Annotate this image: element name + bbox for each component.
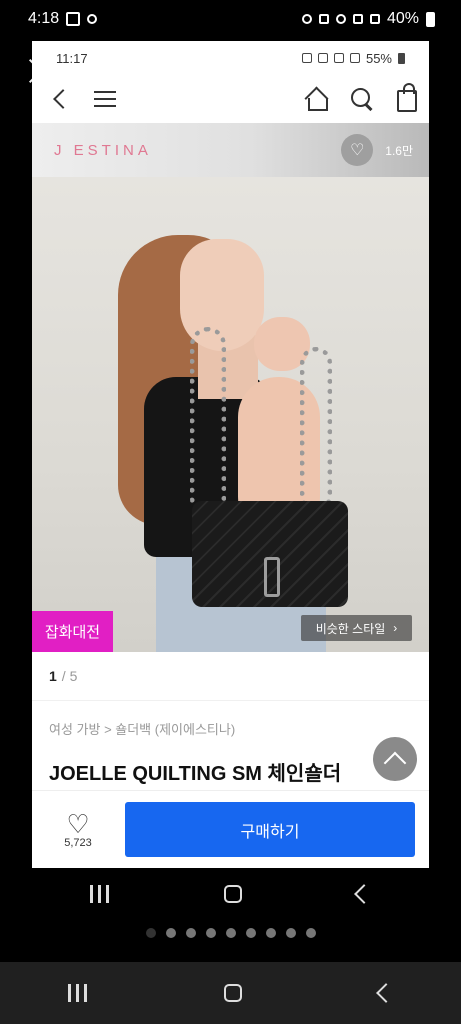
page-dot [165, 928, 176, 938]
alarm-icon [301, 14, 312, 24]
location-icon [335, 14, 346, 24]
inner-clock: 11:17 [56, 50, 88, 66]
chevron-right-icon: › [393, 621, 398, 635]
chevron-left-icon[interactable] [53, 89, 73, 109]
brand-bar: J ESTINA ♡ 1.6만 [32, 123, 429, 177]
back-icon[interactable] [375, 983, 396, 1003]
image-pager: 1 / 5 [32, 652, 429, 700]
signal-icon [369, 14, 380, 24]
brand-wish-count: 1.6만 [385, 143, 413, 158]
wifi-icon [333, 53, 344, 63]
similar-style-label: 비슷한 스타일 [315, 621, 386, 636]
page-dot [245, 928, 256, 938]
page-dot [145, 928, 156, 938]
breadcrumb[interactable]: 여성 가방 > 숄더백 (제이에스티나) [32, 701, 429, 738]
brand-name[interactable]: J ESTINA [54, 142, 152, 159]
wifi-icon [352, 14, 363, 24]
product-title: JOELLE QUILTING SM 체인숄더 [49, 763, 342, 785]
home-icon[interactable] [305, 89, 328, 111]
page-dot [185, 928, 196, 938]
like-count: 5,723 [64, 836, 92, 849]
outer-clock: 4:18 [28, 10, 60, 27]
buy-button[interactable]: 구매하기 [125, 802, 415, 857]
page-dot [305, 928, 316, 938]
page-dots [0, 928, 461, 938]
signal-icon [349, 53, 360, 63]
gallery-icon [66, 12, 81, 26]
recents-icon[interactable] [68, 984, 88, 1002]
like-button[interactable]: ♡ 5,723 [48, 811, 108, 849]
heart-icon[interactable]: ♡ [341, 134, 374, 166]
notification-icon [87, 14, 98, 24]
back-icon[interactable] [354, 884, 375, 904]
app-window: 11:17 55% J ESTINA ♡ 1.6만 잡화대전 비슷한 스타일 ›… [32, 41, 429, 868]
top-nav [32, 75, 429, 123]
menu-icon[interactable] [94, 91, 116, 107]
shopping-bag-icon[interactable] [397, 83, 417, 112]
recents-icon[interactable] [89, 885, 109, 903]
outer-battery-text: 40% [386, 10, 419, 27]
bag-chain-right [300, 347, 332, 512]
battery-icon [398, 52, 405, 64]
battery-icon [426, 11, 435, 27]
page-dot [265, 928, 276, 938]
brand-wish: ♡ 1.6만 [341, 134, 413, 166]
purchase-bar: ♡ 5,723 구매하기 [32, 790, 429, 868]
inner-navigation-bar [32, 868, 429, 920]
product-image[interactable]: 잡화대전 비슷한 스타일 › [32, 177, 429, 652]
search-icon[interactable] [351, 88, 373, 110]
pager-current: 1 [49, 668, 57, 684]
bag-chain-left [190, 327, 226, 517]
page-dot [285, 928, 296, 938]
mute-icon [317, 53, 328, 63]
heart-icon: ♡ [66, 808, 90, 839]
chevron-up-icon[interactable] [373, 737, 417, 781]
outer-status-bar: 4:18 40% [0, 0, 461, 38]
pager-separator: / [61, 668, 70, 684]
pager-total: 5 [69, 668, 78, 684]
page-dot [225, 928, 236, 938]
inner-battery-text: 55% [365, 50, 392, 66]
inner-status-bar: 11:17 55% [32, 41, 429, 75]
home-button-icon[interactable] [223, 885, 242, 903]
mute-icon [318, 14, 329, 24]
system-navigation-bar [0, 962, 461, 1024]
similar-style-button[interactable]: 비슷한 스타일 › [301, 615, 412, 641]
bag-clasp [264, 557, 280, 597]
home-button-icon[interactable] [223, 984, 242, 1002]
page-dot [205, 928, 216, 938]
alarm-icon [301, 53, 312, 63]
promo-badge[interactable]: 잡화대전 [32, 611, 113, 652]
